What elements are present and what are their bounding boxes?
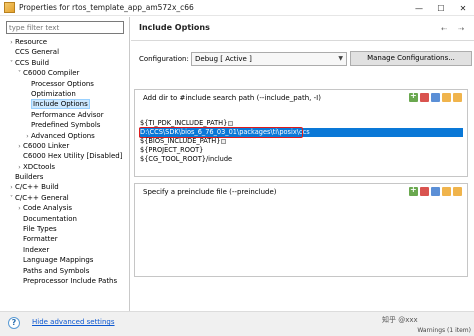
list-item[interactable]: ${PROJECT_ROOT} [139,146,463,155]
tree-item[interactable]: › Code Analysis [0,203,130,213]
tree-item-label: File Types [23,225,57,234]
tree-item-label: Resource [15,38,48,46]
include-path-list: ${TI_PDK_INCLUDE_PATH} D:\CCS\SDK\bios_6… [139,119,463,164]
chevron-down-icon: ▼ [338,55,343,62]
tree-item[interactable]: Optimization [0,89,130,99]
list-item[interactable]: ${BIOS_INCLUDE_PATH} [139,137,463,146]
move-up-icon[interactable] [442,93,451,102]
close-icon[interactable]: ✕ [452,0,474,16]
preinclude-box: Specify a preinclude file (--preinclude) [134,183,468,277]
tree-item[interactable]: ˅ C/C++ General [0,193,130,203]
list-item[interactable]: ${CG_TOOL_ROOT}/include [139,155,463,164]
tree-item[interactable]: Performance Advisor [0,110,130,120]
page-title: Include Options [139,23,210,32]
tree-item-label: Formatter [23,235,58,244]
tree-item[interactable]: › C/C++ Build [0,182,130,192]
tree-item[interactable]: CCS General [0,47,130,57]
edit-icon[interactable] [431,187,440,196]
tree-item[interactable]: Preprocessor Include Paths [0,276,130,286]
tree-item[interactable]: Builders [0,172,130,182]
minimize-icon[interactable]: — [408,0,430,16]
move-down-icon[interactable] [453,187,462,196]
tree-item-label: XDCtools [23,162,55,171]
window-controls: — ☐ ✕ [408,0,474,16]
window-title: Properties for rtos_template_app_am572x_… [19,3,194,12]
add-icon[interactable] [409,185,418,196]
watermark: 知乎 @xxx [382,316,418,324]
tree-item-label: C6000 Linker [23,141,70,150]
list-item-selected[interactable]: D:\CCS\SDK\bios_6_76_03_01\packages\ti\p… [139,127,463,138]
tree-item-label: Paths and Symbols [23,266,90,275]
tree-item[interactable]: ˅ CCS Build [0,58,130,68]
window-titlebar: Properties for rtos_template_app_am572x_… [0,0,474,16]
tree-item-label: Language Mappings [23,256,94,265]
configuration-label: Configuration: [139,55,189,63]
properties-nav-panel: ›ResourceCCS General˅CCS Build˅C6000 Com… [0,17,130,311]
page-nav: ⇠ ⇢ [437,23,468,34]
tree-item-label: C6000 Hex Utility [Disabled] [23,152,123,161]
tree-item-label: C6000 Compiler [23,69,80,78]
manage-configurations-button[interactable]: Manage Configurations... [350,51,472,66]
tree-item[interactable]: Indexer [0,245,130,255]
edit-icon[interactable] [431,93,440,102]
delete-icon[interactable] [420,93,429,102]
configuration-row: Configuration: Debug [ Active ] ▼ Manage… [139,51,472,67]
tree-item[interactable]: Language Mappings [0,255,130,265]
warnings-tab[interactable]: Warnings (1 item) [417,327,471,334]
properties-content: Include Options ⇠ ⇢ Configuration: Debug… [131,17,474,311]
properties-tree: › Resource CCS General ˅ CCS Build ˅ C6000 Com… [0,37,130,286]
tree-item[interactable]: ˅ C6000 Compiler [0,68,130,78]
tree-item[interactable]: › XDCtools [0,162,130,172]
tree-item-label: C/C++ Build [15,183,59,192]
tree-item-label: Processor Options [31,79,94,88]
include-path-label: Add dir to #include search path (--inclu… [143,94,321,102]
include-path-toolbar [409,91,462,102]
tree-item-label: Indexer [23,245,50,254]
tree-item[interactable]: › C6000 Linker [0,141,130,151]
dialog-footer: ? Hide advanced settings 知乎 @xxx Warning… [0,311,474,336]
tree-item[interactable]: › Advanced Options [0,131,130,141]
filter-input[interactable] [6,21,124,34]
configuration-select[interactable]: Debug [ Active ] ▼ [191,52,347,66]
tree-item[interactable]: Include Options [0,99,130,110]
tree-item[interactable]: Processor Options [0,79,130,89]
tree-item-label: Preprocessor Include Paths [23,276,118,285]
back-arrow-icon[interactable]: ⇠ [437,23,451,34]
tree-item-label: Documentation [23,214,77,223]
tree-item[interactable]: › Resource [0,37,130,47]
tree-item-label: Builders [15,173,44,182]
tree-item[interactable]: Documentation [0,214,130,224]
tree-item-label: Predefined Symbols [31,121,101,130]
tree-item-label: Include Options [31,99,90,110]
preinclude-label: Specify a preinclude file (--preinclude) [143,188,277,196]
preinclude-toolbar [409,185,462,196]
tree-item-label: Optimization [31,89,76,98]
app-icon [4,2,15,13]
page-header: Include Options ⇠ ⇢ [131,17,474,41]
tree-item[interactable]: Predefined Symbols [0,120,130,130]
help-icon[interactable]: ? [8,317,20,329]
tree-item[interactable]: Paths and Symbols [0,266,130,276]
configuration-value: Debug [ Active ] [195,55,252,63]
tree-item[interactable]: Formatter [0,234,130,244]
tree-item[interactable]: File Types [0,224,130,234]
forward-arrow-icon[interactable]: ⇢ [454,23,468,34]
hide-advanced-settings-link[interactable]: Hide advanced settings [32,318,115,326]
tree-item-label: Code Analysis [23,204,72,213]
maximize-icon[interactable]: ☐ [430,0,452,16]
delete-icon[interactable] [420,187,429,196]
tree-item-label: CCS Build [15,58,50,67]
tree-item-label: CCS General [15,48,60,57]
tree-item-label: Performance Advisor [31,110,104,119]
tree-item-label: Advanced Options [31,131,95,140]
add-icon[interactable] [409,91,418,102]
tree-item[interactable]: C6000 Hex Utility [Disabled] [0,151,130,161]
tree-item-label: C/C++ General [15,193,69,202]
move-down-icon[interactable] [453,93,462,102]
move-up-icon[interactable] [442,187,451,196]
